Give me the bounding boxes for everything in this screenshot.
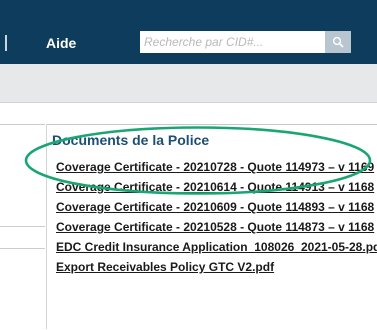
- document-link[interactable]: EDC Credit Insurance Application_108026_…: [56, 240, 377, 254]
- list-item: Coverage Certificate - 20210728 - Quote …: [56, 160, 377, 180]
- panel-title: Documents de la Police: [52, 132, 210, 148]
- left-panel-divider: [0, 248, 45, 249]
- top-navigation-bar: Aide: [0, 0, 377, 64]
- search-input[interactable]: [140, 31, 325, 53]
- document-link[interactable]: Coverage Certificate - 20210728 - Quote …: [56, 160, 374, 174]
- search-icon: [332, 36, 344, 48]
- list-item: Export Receivables Policy GTC V2.pdf: [56, 260, 377, 280]
- document-link[interactable]: Coverage Certificate - 20210528 - Quote …: [56, 220, 374, 234]
- list-item: Coverage Certificate - 20210609 - Quote …: [56, 200, 377, 220]
- list-item: EDC Credit Insurance Application_108026_…: [56, 240, 377, 260]
- list-item: Coverage Certificate - 20210528 - Quote …: [56, 220, 377, 240]
- policy-documents-panel: Documents de la Police Coverage Certific…: [47, 124, 377, 330]
- document-link[interactable]: Coverage Certificate - 20210614 - Quote …: [56, 180, 374, 194]
- document-link[interactable]: Export Receivables Policy GTC V2.pdf: [56, 260, 274, 274]
- search-button[interactable]: [325, 31, 351, 53]
- document-link[interactable]: Coverage Certificate - 20210609 - Quote …: [56, 200, 374, 214]
- left-panel: [0, 0, 45, 329]
- document-list: Coverage Certificate - 20210728 - Quote …: [56, 160, 377, 280]
- left-panel-divider: [0, 124, 45, 125]
- left-panel-divider: [0, 226, 45, 227]
- list-item: Coverage Certificate - 20210614 - Quote …: [56, 180, 377, 200]
- secondary-toolbar: [0, 64, 377, 103]
- search-box: [140, 31, 351, 53]
- help-link[interactable]: Aide: [46, 35, 76, 51]
